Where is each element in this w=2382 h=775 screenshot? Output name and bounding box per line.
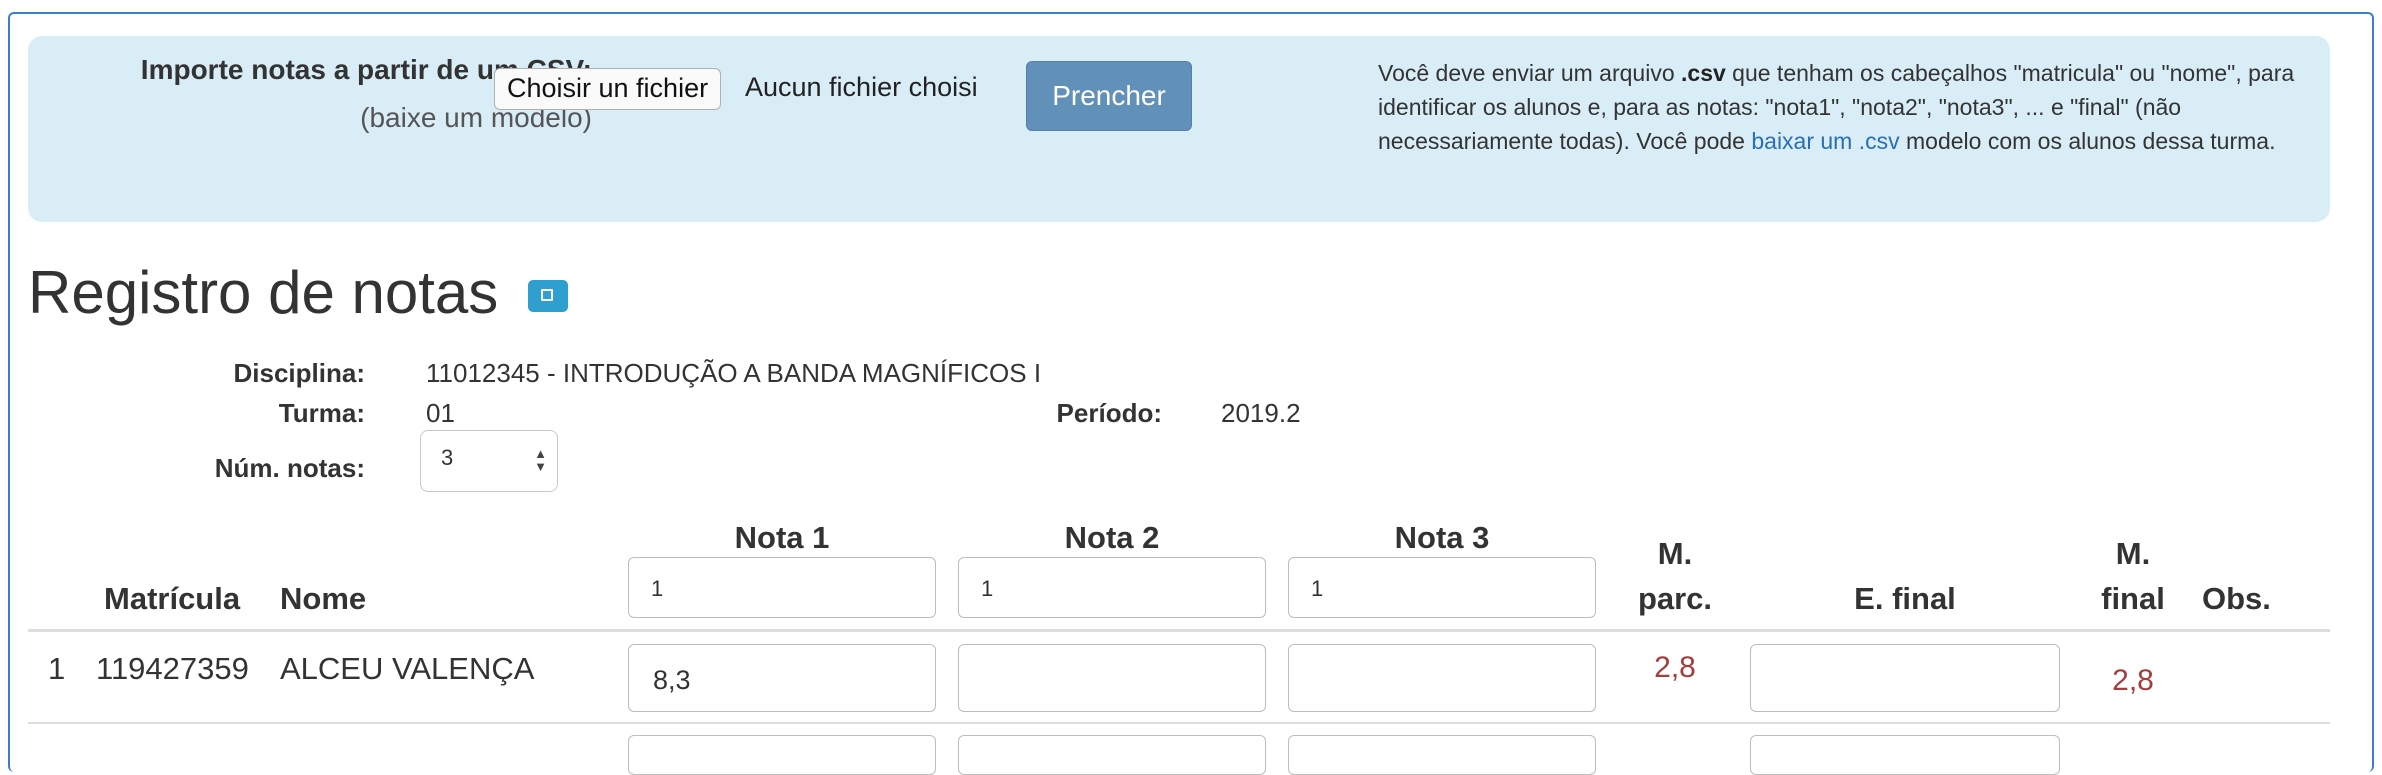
num-grades-value: 3: [441, 445, 454, 470]
class-label: Turma:: [278, 398, 365, 428]
choose-file-button[interactable]: Choisir un fichier: [494, 68, 722, 110]
header-nota-3: Nota 3: [1394, 520, 1490, 555]
next-row-grade-input-2[interactable]: [958, 735, 1266, 775]
grade-input-nota-2[interactable]: [958, 644, 1266, 712]
weight-input-nota-1[interactable]: 1: [628, 557, 936, 618]
next-row-grade-input-3[interactable]: [1288, 735, 1596, 775]
final-average: 2,8: [2112, 664, 2154, 697]
discipline-label: Disciplina:: [233, 358, 365, 388]
final-exam-input[interactable]: [1750, 644, 2060, 712]
csv-extension: .csv: [1681, 60, 1726, 86]
period-value: 2019.2: [1221, 398, 1301, 428]
next-row-grade-input-1[interactable]: [628, 735, 936, 775]
header-m-parc-line1: M.: [1657, 536, 1693, 571]
header-matricula: Matrícula: [104, 581, 241, 616]
header-m-final-line1: M.: [2115, 536, 2151, 571]
partial-average: 2,8: [1654, 651, 1696, 684]
row-divider: [28, 722, 2330, 724]
file-status-text: Aucun fichier choisi: [745, 72, 978, 102]
row-index: 1: [48, 651, 66, 686]
next-row-final-exam-input[interactable]: [1750, 735, 2060, 775]
collapse-square-icon[interactable]: [528, 280, 568, 312]
header-nota-1: Nota 1: [734, 520, 830, 555]
weight-input-nota-2[interactable]: 1: [958, 557, 1266, 618]
header-m-parc-line2: parc.: [1637, 581, 1713, 616]
header-nota-2: Nota 2: [1064, 520, 1160, 555]
grade-input-nota-3[interactable]: [1288, 644, 1596, 712]
row-matricula: 119427359: [96, 651, 249, 686]
period-label: Período:: [1056, 398, 1162, 428]
grade-input-nota-1[interactable]: 8,3: [628, 644, 936, 712]
header-obs: Obs.: [2202, 581, 2271, 616]
page-title: Registro de notas: [28, 259, 499, 326]
fill-button[interactable]: Prencher: [1026, 61, 1192, 131]
header-m-final-line2: final: [2101, 581, 2165, 616]
header-e-final: E. final: [1854, 581, 1956, 616]
updown-arrows-icon: ▲ ▼: [534, 446, 547, 474]
table-header-divider: [28, 629, 2330, 632]
import-help-text: Você deve enviar um arquivo .csv que ten…: [1378, 60, 2295, 154]
discipline-value: 11012345 - INTRODUÇÃO A BANDA MAGNÍFICOS…: [426, 358, 1042, 388]
class-value: 01: [426, 398, 455, 428]
header-nome: Nome: [280, 581, 367, 616]
num-grades-select[interactable]: 3 ▲ ▼: [420, 430, 558, 492]
num-grades-label: Núm. notas:: [214, 453, 365, 483]
row-nome: ALCEU VALENÇA: [280, 651, 535, 686]
download-csv-link[interactable]: baixar um .csv: [1751, 128, 1899, 154]
weight-input-nota-3[interactable]: 1: [1288, 557, 1596, 618]
